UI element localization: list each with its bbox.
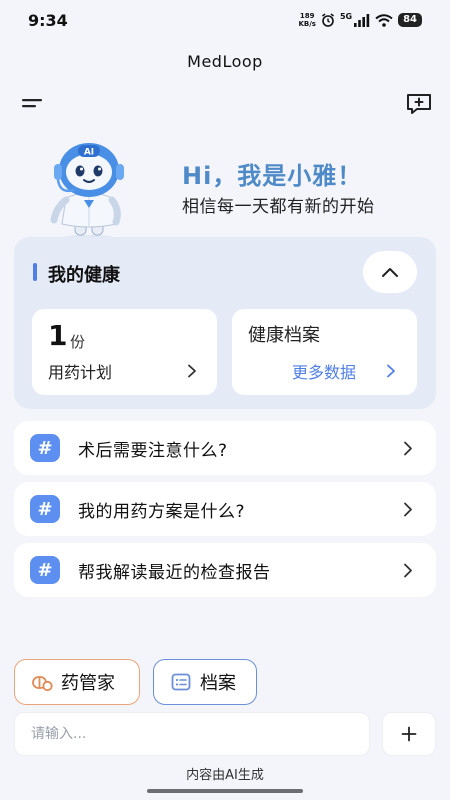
greeting-title: Hi，我是小雅！ — [182, 162, 363, 190]
medication-plan-card[interactable]: 1 份 用药计划 — [32, 309, 217, 395]
suggested-question-text: 我的用药方案是什么? — [78, 502, 246, 522]
battery-indicator: 84 — [398, 13, 422, 27]
chevron-right-icon — [404, 441, 412, 456]
chevron-right-icon — [387, 364, 395, 378]
wifi-icon — [375, 13, 393, 27]
plus-icon — [401, 726, 417, 742]
medication-plan-count: 1 — [48, 319, 68, 352]
network-type: 5G — [339, 11, 353, 21]
home-indicator[interactable] — [147, 789, 303, 793]
suggested-question[interactable]: # 术后需要注意什么? — [14, 421, 436, 475]
status-icons: 189 KB/s 5G 84 — [298, 12, 422, 28]
robot-mascot-icon: AI — [50, 143, 124, 241]
menu-icon[interactable] — [22, 94, 44, 112]
add-button[interactable] — [382, 712, 436, 756]
suggested-question-text: 帮我解读最近的检查报告 — [78, 563, 271, 583]
chevron-right-icon — [404, 502, 412, 517]
health-card: 我的健康 1 份 用药计划 健康档案 更多数据 — [14, 237, 436, 409]
network-speed-value: 189 — [299, 12, 315, 20]
status-bar: 9:34 189 KB/s 5G 84 — [0, 0, 450, 40]
app-title: MedLoop — [187, 52, 263, 71]
hashtag-badge: # — [30, 434, 60, 462]
suggested-question[interactable]: # 我的用药方案是什么? — [14, 482, 436, 536]
hashtag-badge: # — [30, 556, 60, 584]
alarm-icon — [321, 13, 334, 27]
status-time: 9:34 — [28, 10, 68, 30]
suggested-question[interactable]: # 帮我解读最近的检查报告 — [14, 543, 436, 597]
message-input[interactable] — [15, 713, 369, 755]
medication-plan-unit: 份 — [70, 333, 86, 351]
mascot-badge-label: AI — [84, 148, 94, 158]
record-icon — [171, 673, 191, 691]
chevron-right-icon — [404, 563, 412, 578]
section-accent-bar — [33, 263, 37, 281]
pill-icon — [32, 676, 53, 692]
chevron-right-icon — [188, 364, 196, 378]
medicine-manager-label: 药管家 — [61, 673, 115, 694]
signal-icon — [354, 13, 370, 27]
new-chat-icon[interactable] — [405, 92, 433, 116]
hashtag-badge: # — [30, 495, 60, 523]
network-speed-unit: KB/s — [298, 20, 316, 28]
medication-plan-label: 用药计划 — [48, 363, 113, 382]
medicine-manager-button[interactable]: 药管家 — [14, 659, 140, 705]
more-data-link[interactable]: 更多数据 — [292, 359, 356, 383]
greeting-subtitle: 相信每一天都有新的开始 — [182, 197, 375, 217]
chevron-up-icon — [382, 268, 398, 277]
records-label: 档案 — [200, 673, 236, 694]
collapse-button[interactable] — [363, 251, 417, 293]
message-input-box[interactable] — [14, 712, 370, 756]
network-speed: 189 KB/s — [298, 12, 315, 28]
health-record-card[interactable]: 健康档案 更多数据 — [232, 309, 417, 395]
suggested-question-text: 术后需要注意什么? — [78, 441, 228, 461]
records-button[interactable]: 档案 — [153, 659, 257, 705]
ai-disclaimer: 内容由AI生成 — [186, 768, 264, 783]
health-title: 我的健康 — [48, 265, 120, 286]
health-record-title: 健康档案 — [248, 325, 320, 346]
